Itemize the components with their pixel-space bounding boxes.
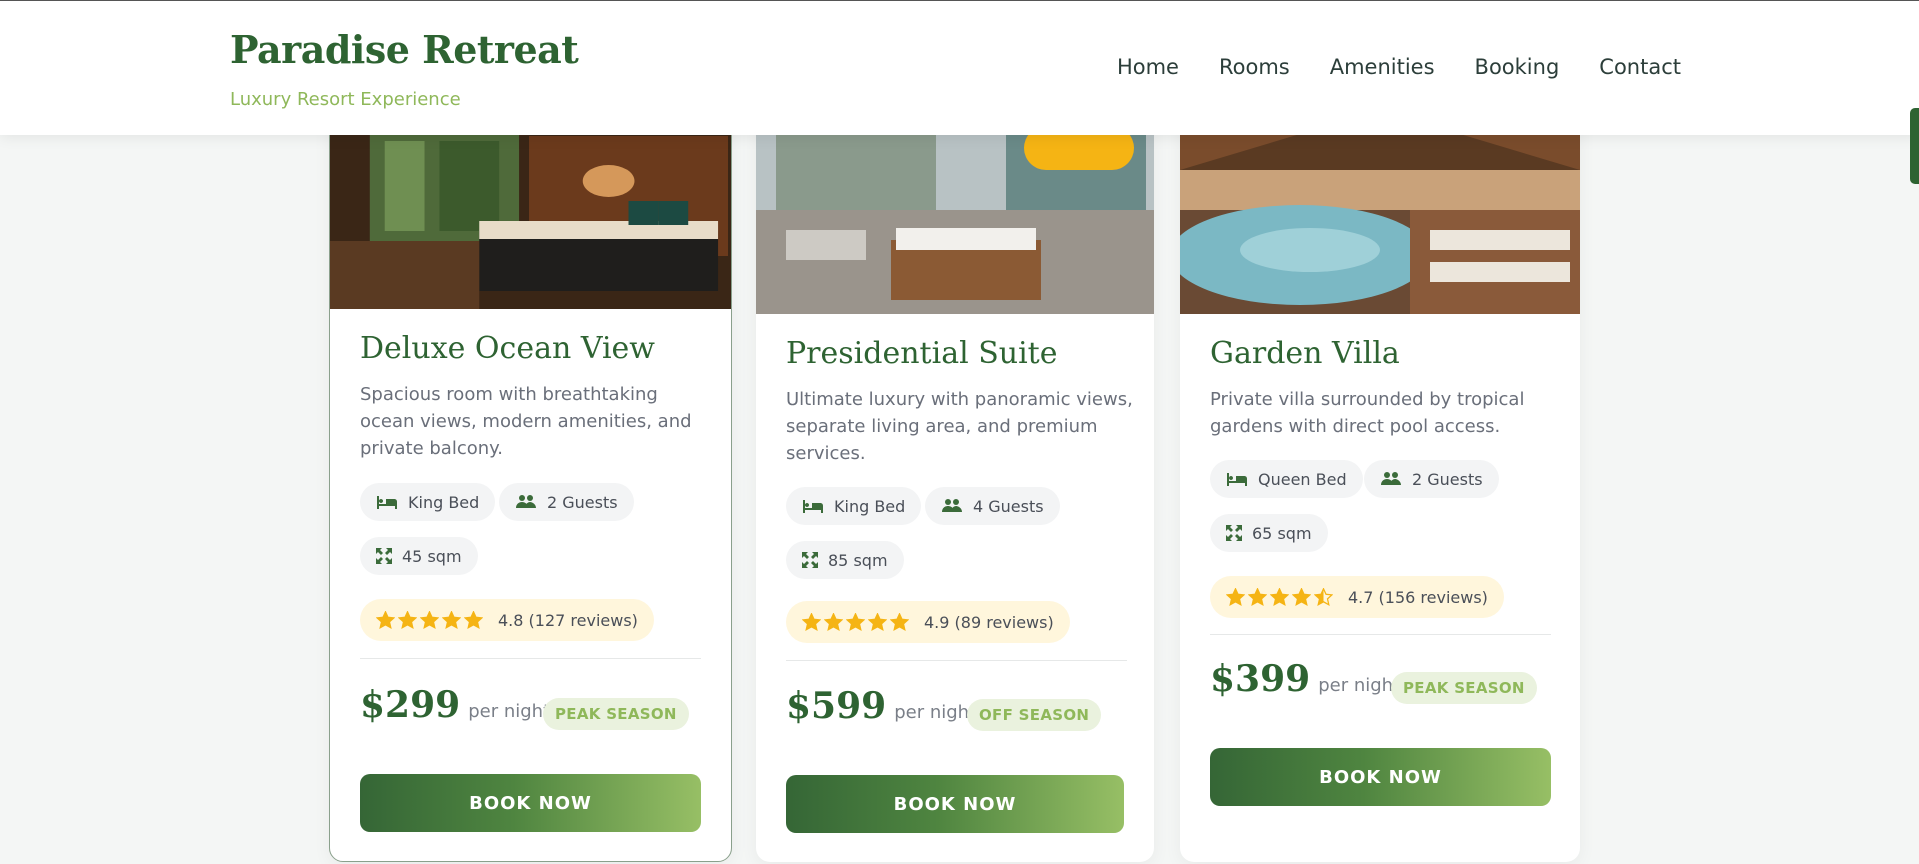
star-rating <box>1226 588 1333 606</box>
book-now-button[interactable]: BOOK NOW <box>1210 748 1551 806</box>
star-icon <box>464 611 483 629</box>
star-icon <box>1270 588 1289 606</box>
star-icon <box>376 611 395 629</box>
room-card: Deluxe Ocean View Spacious room with bre… <box>329 40 732 862</box>
guests-label: 4 Guests <box>973 496 1044 516</box>
brand-tagline: Luxury Resort Experience <box>230 89 461 110</box>
star-icon <box>1226 588 1245 606</box>
bed-icon <box>803 500 823 513</box>
star-icon <box>890 613 909 631</box>
expand-icon <box>802 552 818 568</box>
star-icon <box>398 611 417 629</box>
book-now-button[interactable]: BOOK NOW <box>786 775 1124 833</box>
size-label: 45 sqm <box>402 546 462 566</box>
bed-chip: King Bed <box>786 487 922 525</box>
rating-badge: 4.9 (89 reviews) <box>786 601 1070 643</box>
bed-chip: Queen Bed <box>1210 460 1363 498</box>
nav-contact[interactable]: Contact <box>1599 55 1681 79</box>
star-icon <box>1314 588 1333 606</box>
room-card: Garden Villa Private villa surrounded by… <box>1180 40 1580 862</box>
size-chip: 85 sqm <box>786 541 904 579</box>
season-badge: PEAK SEASON <box>543 698 689 730</box>
price: $399 per night <box>1210 658 1400 700</box>
users-icon <box>516 495 536 508</box>
book-now-button[interactable]: BOOK NOW <box>360 774 701 832</box>
expand-icon <box>376 548 392 564</box>
season-badge: OFF SEASON <box>967 699 1102 731</box>
star-icon <box>420 611 439 629</box>
main-nav: Home Rooms Amenities Booking Contact <box>1117 55 1681 79</box>
nav-booking[interactable]: Booking <box>1475 55 1560 79</box>
star-icon <box>868 613 887 631</box>
price: $599 per night <box>786 685 976 727</box>
size-label: 65 sqm <box>1252 523 1312 543</box>
guests-chip: 2 Guests <box>1364 460 1499 498</box>
star-icon <box>802 613 821 631</box>
room-description: Private villa surrounded by tropical gar… <box>1210 389 1525 437</box>
rating-text: 4.8 (127 reviews) <box>498 610 638 630</box>
divider <box>786 660 1127 661</box>
guests-chip: 4 Guests <box>925 487 1060 525</box>
price-amount: $399 <box>1210 658 1311 700</box>
guests-label: 2 Guests <box>1412 469 1483 489</box>
rating-text: 4.9 (89 reviews) <box>924 612 1054 632</box>
expand-icon <box>1226 525 1242 541</box>
size-label: 85 sqm <box>828 550 888 570</box>
price-amount: $299 <box>360 684 461 726</box>
site-header: Paradise Retreat Luxury Resort Experienc… <box>0 0 1919 135</box>
star-icon <box>442 611 461 629</box>
star-icon <box>846 613 865 631</box>
size-chip: 45 sqm <box>360 537 478 575</box>
divider <box>360 658 701 659</box>
room-title: Deluxe Ocean View <box>360 331 655 366</box>
room-description: Ultimate luxury with panoramic views, se… <box>786 389 1133 464</box>
bed-icon <box>1227 473 1247 486</box>
star-rating <box>802 613 909 631</box>
users-icon <box>942 499 962 512</box>
nav-rooms[interactable]: Rooms <box>1219 55 1290 79</box>
guests-label: 2 Guests <box>547 492 618 512</box>
price-unit: per night <box>894 702 977 723</box>
rating-badge: 4.7 (156 reviews) <box>1210 576 1504 618</box>
rating-badge: 4.8 (127 reviews) <box>360 599 654 641</box>
price: $299 per night <box>360 684 550 726</box>
divider <box>1210 634 1551 635</box>
bed-label: Queen Bed <box>1258 469 1347 489</box>
price-amount: $599 <box>786 685 887 727</box>
bed-label: King Bed <box>834 496 906 516</box>
bed-label: King Bed <box>408 492 480 512</box>
star-icon <box>1292 588 1311 606</box>
nav-amenities[interactable]: Amenities <box>1330 55 1435 79</box>
room-title: Garden Villa <box>1210 336 1400 371</box>
rating-text: 4.7 (156 reviews) <box>1348 587 1488 607</box>
nav-home[interactable]: Home <box>1117 55 1179 79</box>
room-title: Presidential Suite <box>786 336 1058 371</box>
star-icon <box>1248 588 1267 606</box>
price-unit: per night <box>1318 675 1401 696</box>
bed-icon <box>377 496 397 509</box>
scrollbar-thumb[interactable] <box>1910 108 1919 184</box>
room-card: Presidential Suite Ultimate luxury with … <box>756 40 1154 862</box>
guests-chip: 2 Guests <box>499 483 634 521</box>
season-badge: PEAK SEASON <box>1391 672 1537 704</box>
star-rating <box>376 611 483 629</box>
star-icon <box>824 613 843 631</box>
brand-title[interactable]: Paradise Retreat <box>230 27 579 72</box>
room-description: Spacious room with breathtaking ocean vi… <box>360 384 692 459</box>
users-icon <box>1381 472 1401 485</box>
size-chip: 65 sqm <box>1210 514 1328 552</box>
price-unit: per night <box>468 701 551 722</box>
bed-chip: King Bed <box>360 483 496 521</box>
